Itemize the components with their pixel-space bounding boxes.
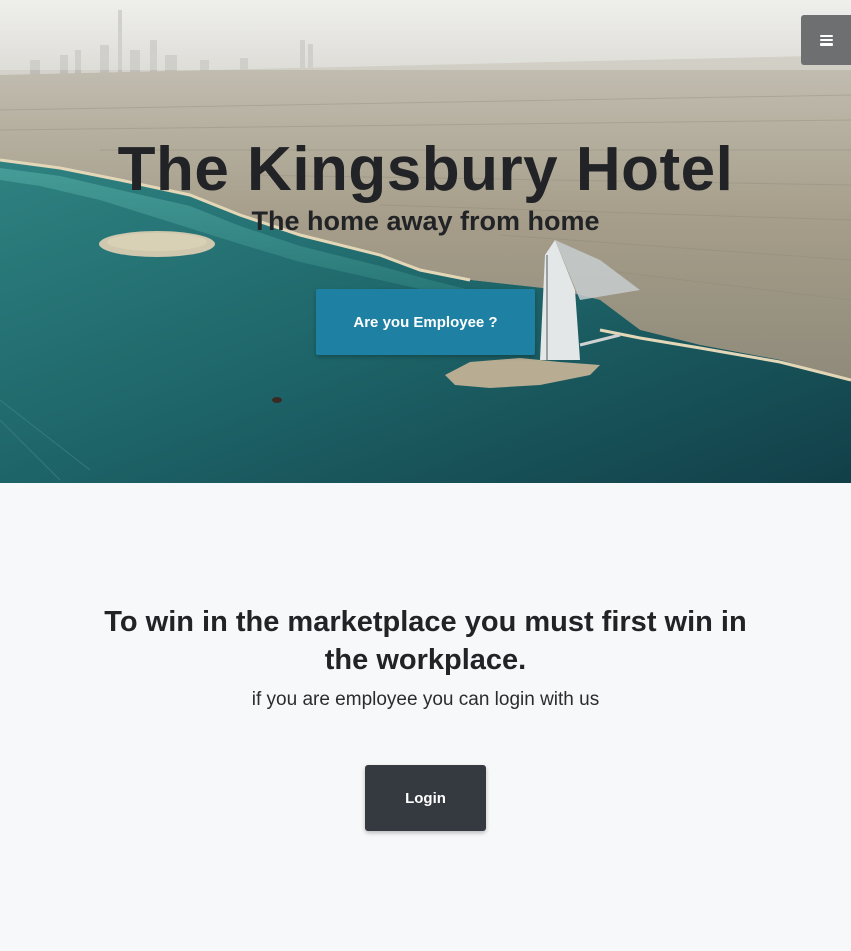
hero-subtitle: The home away from home bbox=[251, 206, 600, 236]
hamburger-menu-icon bbox=[819, 34, 833, 46]
login-button[interactable]: Login bbox=[365, 765, 486, 831]
hero-background-image bbox=[0, 0, 851, 483]
login-section: To win in the marketplace you must first… bbox=[0, 483, 851, 951]
menu-toggle-button[interactable] bbox=[801, 15, 851, 65]
menu-bar bbox=[819, 43, 833, 46]
menu-bar bbox=[819, 34, 833, 37]
hero-title: The Kingsbury Hotel bbox=[117, 135, 734, 204]
menu-bar bbox=[819, 38, 833, 42]
are-you-employee-button[interactable]: Are you Employee ? bbox=[316, 289, 535, 355]
hero-banner: The Kingsbury Hotel The home away from h… bbox=[0, 0, 851, 483]
section-heading: To win in the marketplace you must first… bbox=[104, 606, 747, 676]
section-subheading: if you are employee you can login with u… bbox=[251, 689, 600, 710]
